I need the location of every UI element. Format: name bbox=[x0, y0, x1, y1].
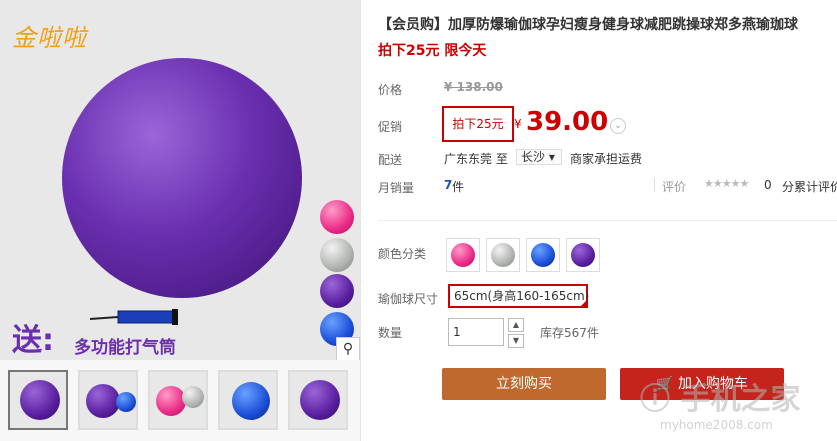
gift-label: 送: bbox=[12, 323, 54, 358]
currency-symbol: ¥ bbox=[514, 117, 522, 131]
promo-label: 促销 bbox=[378, 120, 403, 134]
magnifier-icon[interactable]: ⚲ bbox=[336, 337, 360, 360]
color-option-pink[interactable] bbox=[446, 238, 480, 272]
product-title: 【会员购】加厚防爆瑜伽球孕妇瘦身健身球减肥跳操球郑多燕瑜珈球 bbox=[378, 17, 798, 33]
site-watermark-url: myhome2008.com bbox=[660, 418, 773, 432]
review-label: 评价 bbox=[662, 180, 687, 194]
stock-count: 库存567件 bbox=[540, 326, 599, 340]
purple-ball-image bbox=[320, 274, 354, 308]
review-separator bbox=[654, 178, 655, 192]
sales-label: 月销量 bbox=[378, 181, 415, 195]
gift-description: 多功能打气筒 bbox=[74, 338, 176, 358]
quantity-label: 数量 bbox=[378, 326, 403, 340]
shipping-label: 配送 bbox=[378, 153, 403, 167]
brand-logo: 金啦啦 bbox=[12, 24, 87, 52]
price-label: 价格 bbox=[378, 83, 403, 97]
color-label: 颜色分类 bbox=[378, 247, 427, 261]
thumbnail-5[interactable] bbox=[288, 370, 348, 430]
color-option-silver[interactable] bbox=[486, 238, 520, 272]
thumbnail-1[interactable] bbox=[8, 370, 68, 430]
thumbnail-4[interactable] bbox=[218, 370, 278, 430]
thumbnail-3[interactable] bbox=[148, 370, 208, 430]
sales-unit: 件 bbox=[452, 180, 465, 194]
main-product-image[interactable]: 金啦啦 送: 多功能打气筒 ⚲ bbox=[0, 0, 360, 360]
panel-divider bbox=[360, 0, 361, 441]
thumbnail-strip bbox=[0, 370, 360, 436]
yoga-ball-image bbox=[62, 58, 302, 298]
size-option[interactable]: 65cm(身高160-165cm) bbox=[448, 284, 589, 308]
original-price: ¥ 138.00 bbox=[444, 80, 503, 94]
current-price: 39.00 bbox=[526, 107, 609, 137]
promo-headline: 拍下25元 限今天 bbox=[378, 43, 487, 59]
rating-stars: ★★★★★ bbox=[704, 177, 749, 190]
buy-now-button[interactable]: 立刻购买 bbox=[442, 368, 606, 400]
size-label: 瑜伽球尺寸 bbox=[378, 292, 439, 306]
air-pump-image bbox=[90, 309, 178, 325]
shipping-fee: 商家承担运费 bbox=[570, 152, 643, 166]
ship-to-select[interactable]: 长沙 ▾ bbox=[516, 149, 562, 165]
quantity-input[interactable] bbox=[448, 318, 504, 346]
review-score: 0 bbox=[764, 178, 772, 192]
ship-from: 广东东莞 至 bbox=[444, 152, 508, 166]
color-option-purple[interactable] bbox=[566, 238, 600, 272]
qty-increase-button[interactable]: ▲ bbox=[508, 318, 524, 332]
promo-tag: 拍下25元 bbox=[442, 106, 514, 142]
color-option-blue[interactable] bbox=[526, 238, 560, 272]
divider bbox=[378, 220, 837, 221]
review-link[interactable]: 分累计评价0 bbox=[782, 178, 837, 195]
silver-ball-image bbox=[320, 238, 354, 272]
product-gallery: 金啦啦 送: 多功能打气筒 ⚲ bbox=[0, 0, 360, 441]
pink-ball-image bbox=[320, 200, 354, 234]
qty-decrease-button[interactable]: ▼ bbox=[508, 334, 524, 348]
site-watermark: ⓘ 手机之家 bbox=[640, 382, 801, 417]
thumbnail-2[interactable] bbox=[78, 370, 138, 430]
chevron-down-icon[interactable]: ⌄ bbox=[610, 118, 626, 134]
